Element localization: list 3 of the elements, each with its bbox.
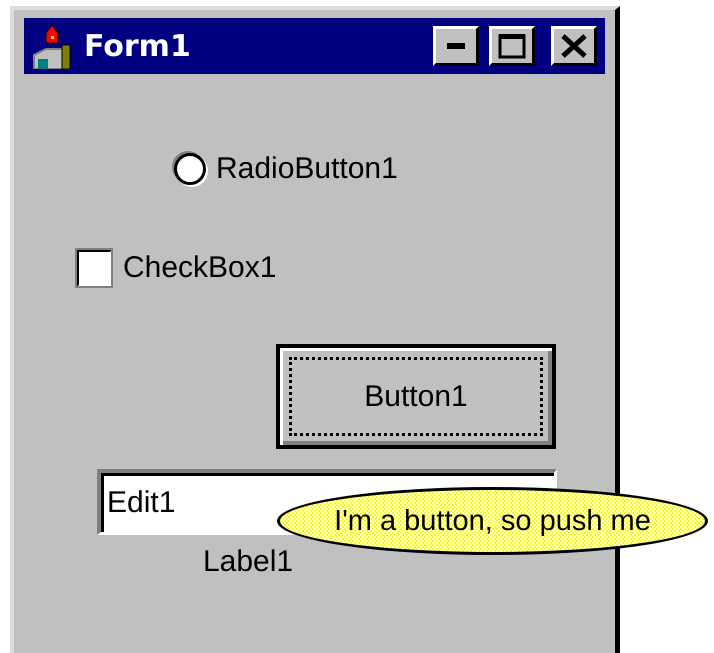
radio-label: RadioButton1	[216, 152, 398, 186]
checkbox-label: CheckBox1	[123, 251, 276, 285]
window-title: Form1	[84, 28, 192, 64]
